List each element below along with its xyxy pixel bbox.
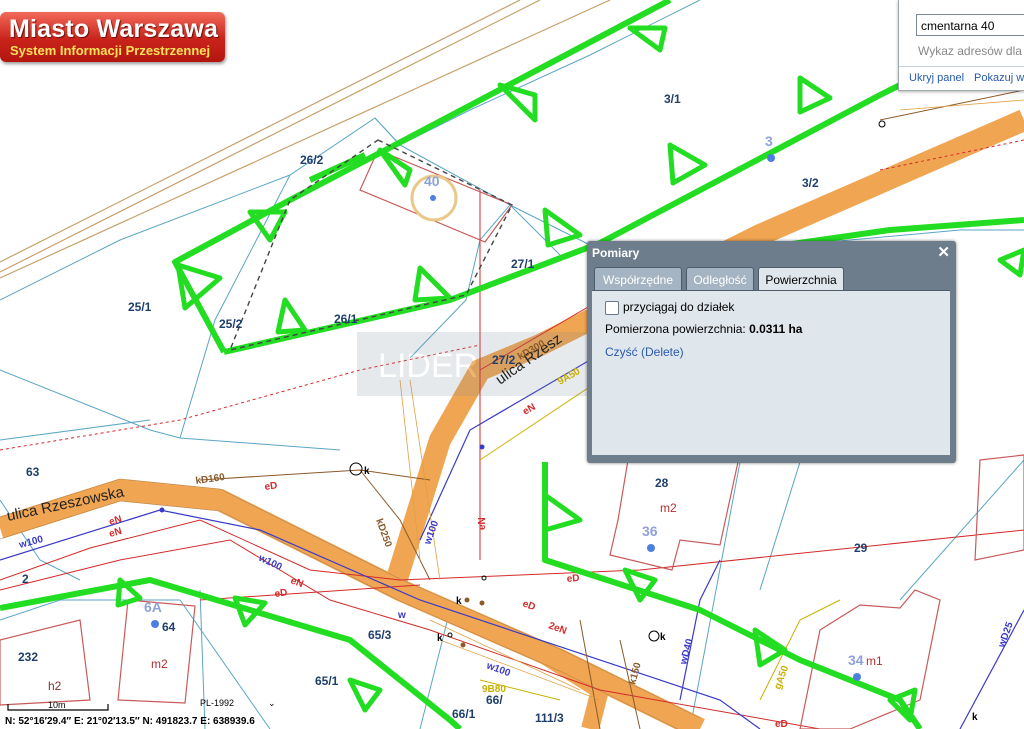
show-link[interactable]: Pokazuj w (974, 72, 1024, 84)
svg-text:k: k (456, 596, 462, 607)
svg-text:26/2: 26/2 (300, 153, 324, 167)
svg-text:63: 63 (26, 465, 40, 479)
svg-text:6A: 6A (144, 599, 162, 615)
svg-text:36: 36 (642, 523, 658, 539)
svg-text:eD: eD (566, 573, 580, 585)
svg-text:eD: eD (775, 719, 788, 729)
svg-text:3/2: 3/2 (802, 176, 819, 190)
hide-panel-link[interactable]: Ukryj panel (909, 72, 964, 84)
tab-coordinates[interactable]: Współrzędne (594, 267, 682, 291)
svg-text:w100: w100 (17, 534, 45, 551)
svg-text:2eN: 2eN (547, 620, 568, 637)
svg-text:9B80: 9B80 (482, 684, 506, 695)
svg-text:27/1: 27/1 (511, 257, 535, 271)
svg-text:eN: eN (289, 575, 305, 590)
svg-text:eD: eD (264, 480, 278, 493)
svg-text:111/3: 111/3 (535, 711, 564, 725)
svg-text:65/1: 65/1 (315, 674, 339, 688)
svg-text:k: k (437, 633, 443, 644)
measure-panel-title: Pomiary (592, 246, 640, 260)
svg-text:29: 29 (854, 541, 868, 555)
svg-text:3/1: 3/1 (664, 92, 681, 106)
svg-text:eN: eN (108, 526, 123, 540)
svg-text:h2: h2 (48, 679, 62, 693)
tab-distance[interactable]: Odległość (686, 267, 754, 291)
clear-link[interactable]: Czyść (Delete) (605, 345, 684, 359)
measure-panel: Pomiary ✕ Współrzędne Odległość Powierzc… (587, 241, 956, 463)
svg-text:34: 34 (848, 652, 864, 668)
address-list-hint: Wykaz adresów dla (918, 44, 1022, 58)
svg-text:k: k (660, 632, 666, 643)
search-panel-divider (899, 66, 1024, 67)
svg-text:m1: m1 (866, 654, 883, 668)
svg-text:kD160: kD160 (195, 472, 226, 487)
svg-text:3: 3 (765, 133, 773, 149)
logo-subtitle: System Informacji Przestrzennej (10, 43, 211, 58)
crs-selector[interactable]: PL-1992 (200, 698, 234, 708)
svg-text:kD250: kD250 (373, 517, 394, 549)
address-search-input[interactable]: cmentarna 40 (916, 14, 1024, 36)
svg-text:40: 40 (424, 173, 440, 189)
snap-checkbox[interactable] (605, 301, 619, 315)
svg-text:wD40: wD40 (678, 637, 696, 666)
svg-text:66/1: 66/1 (452, 707, 476, 721)
area-label: Pomierzona powierzchnia: (605, 322, 746, 336)
svg-text:gA50: gA50 (772, 664, 791, 691)
measure-panel-body: przyciągaj do działek Pomierzona powierz… (592, 291, 950, 455)
svg-text:w100: w100 (484, 660, 512, 679)
svg-text:25/1: 25/1 (128, 300, 152, 314)
tab-area[interactable]: Powierzchnia (758, 267, 844, 292)
svg-text:27/2: 27/2 (492, 353, 516, 367)
svg-text:66/: 66/ (486, 693, 503, 707)
chevron-down-icon[interactable]: ⌄ (268, 698, 276, 709)
svg-text:eN: eN (108, 514, 123, 528)
scale-label: 10m (48, 700, 66, 710)
area-value: 0.0311 ha (749, 322, 803, 336)
svg-text:64: 64 (162, 620, 176, 634)
svg-text:65/3: 65/3 (368, 628, 392, 642)
close-icon[interactable]: ✕ (937, 243, 950, 261)
snap-checkbox-label: przyciągaj do działek (623, 300, 735, 314)
svg-text:2: 2 (22, 572, 29, 586)
city-logo[interactable]: Miasto Warszawa System Informacji Przest… (0, 12, 225, 62)
svg-text:wD25: wD25 (996, 620, 1016, 650)
svg-text:eD: eD (521, 598, 537, 613)
svg-text:eN: eN (521, 402, 538, 418)
svg-text:eN: eN (477, 517, 488, 530)
svg-text:eD: eD (274, 587, 288, 600)
svg-text:25/2: 25/2 (219, 317, 243, 331)
svg-text:m2: m2 (151, 657, 168, 671)
svg-text:232: 232 (18, 650, 38, 664)
area-result: Pomierzona powierzchnia: 0.0311 ha (605, 322, 802, 336)
svg-text:k: k (972, 712, 978, 723)
address-search-panel: cmentarna 40 Wykaz adresów dla Ukryj pan… (898, 0, 1024, 91)
svg-text:LIDER: LIDER (378, 347, 478, 385)
svg-text:w: w (397, 610, 406, 621)
svg-text:m2: m2 (660, 501, 677, 515)
cursor-coordinates: N: 52°16′29.4″ E: 21°02′13.5″ N: 491823.… (5, 716, 255, 727)
logo-title: Miasto Warszawa (9, 15, 219, 43)
svg-text:k: k (364, 466, 370, 477)
svg-text:28: 28 (655, 476, 669, 490)
svg-text:w100: w100 (256, 552, 284, 573)
svg-text:26/1: 26/1 (334, 312, 358, 326)
